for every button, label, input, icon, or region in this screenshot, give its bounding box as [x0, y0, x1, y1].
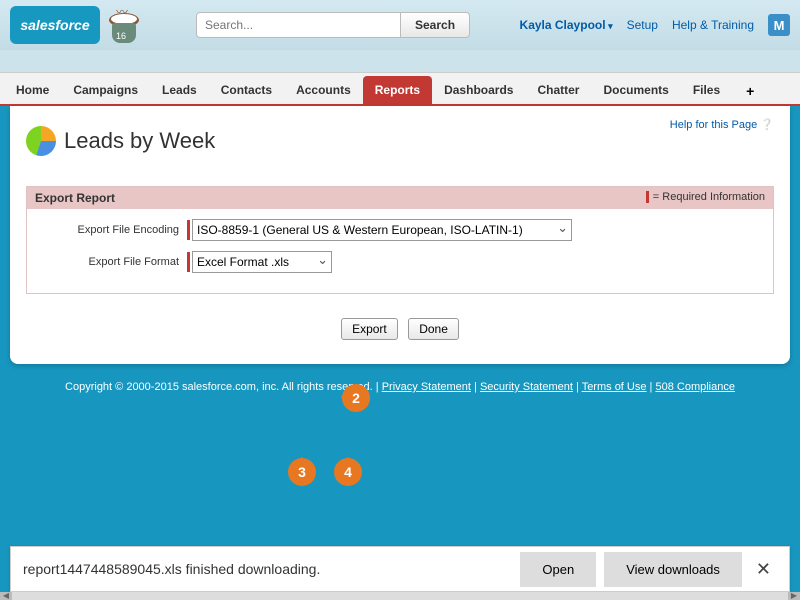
done-button[interactable]: Done — [408, 318, 459, 340]
tab-contacts[interactable]: Contacts — [209, 76, 284, 104]
user-links: Kayla Claypool Setup Help & Training M — [520, 14, 790, 36]
scroll-right-icon[interactable]: ▶ — [788, 592, 800, 600]
callout-3: 3 — [288, 458, 316, 486]
required-indicator — [187, 220, 190, 240]
format-row: Export File Format Excel Format .xls — [37, 251, 763, 273]
required-indicator — [187, 252, 190, 272]
salesforce-logo[interactable]: salesforce — [10, 6, 100, 44]
panel-header: Export Report = Required Information — [27, 187, 773, 209]
tab-accounts[interactable]: Accounts — [284, 76, 363, 104]
panel-title: Export Report — [35, 191, 115, 205]
tab-home[interactable]: Home — [4, 76, 61, 104]
mug-badge: 16 — [116, 31, 126, 41]
help-for-page-link[interactable]: Help for this Page — [670, 118, 774, 131]
tab-files[interactable]: Files — [681, 76, 732, 104]
m-button[interactable]: M — [768, 14, 790, 36]
tab-campaigns[interactable]: Campaigns — [61, 76, 150, 104]
close-icon[interactable]: ✕ — [750, 555, 777, 584]
footer: Copyright © 2000-2015 salesforce.com, in… — [0, 378, 800, 398]
setup-link[interactable]: Setup — [627, 18, 658, 32]
search-input[interactable] — [196, 12, 401, 38]
horizontal-scrollbar[interactable]: ◀ ▶ — [0, 592, 800, 600]
format-label: Export File Format — [37, 256, 187, 268]
tab-add[interactable]: + — [738, 78, 762, 104]
user-menu[interactable]: Kayla Claypool — [520, 18, 613, 32]
callout-4: 4 — [334, 458, 362, 486]
page-title: Leads by Week — [64, 128, 215, 154]
content-panel: Help for this Page Leads by Week Export … — [10, 106, 790, 364]
search-button[interactable]: Search — [401, 12, 470, 38]
compliance-link[interactable]: 508 Compliance — [655, 381, 735, 393]
tab-reports[interactable]: Reports — [363, 76, 432, 104]
coffee-mug-icon: 〰 16 — [106, 5, 146, 45]
search-form: Search — [196, 12, 470, 38]
tab-documents[interactable]: Documents — [591, 76, 680, 104]
privacy-link[interactable]: Privacy Statement — [382, 381, 471, 393]
copyright: Copyright © 2000-2015 salesforce.com, in… — [65, 381, 373, 393]
help-training-link[interactable]: Help & Training — [672, 18, 754, 32]
open-download-button[interactable]: Open — [520, 552, 596, 587]
tab-leads[interactable]: Leads — [150, 76, 209, 104]
export-panel: Export Report = Required Information Exp… — [26, 186, 774, 294]
tab-dashboards[interactable]: Dashboards — [432, 76, 525, 104]
encoding-row: Export File Encoding ISO-8859-1 (General… — [37, 219, 763, 241]
download-bar: report1447448589045.xls finished downloa… — [10, 546, 790, 592]
terms-link[interactable]: Terms of Use — [582, 381, 647, 393]
header-spacer — [0, 50, 800, 72]
report-icon — [26, 126, 56, 156]
scroll-left-icon[interactable]: ◀ — [0, 592, 12, 600]
top-bar: salesforce 〰 16 Search Kayla Claypool Se… — [0, 0, 800, 50]
required-legend: = Required Information — [646, 191, 765, 205]
export-button[interactable]: Export — [341, 318, 398, 340]
encoding-select[interactable]: ISO-8859-1 (General US & Western Europea… — [192, 219, 572, 241]
callout-2: 2 — [342, 384, 370, 412]
download-message: report1447448589045.xls finished downloa… — [23, 561, 320, 577]
panel-body: Export File Encoding ISO-8859-1 (General… — [27, 209, 773, 293]
page-title-row: Leads by Week — [26, 126, 774, 156]
view-downloads-button[interactable]: View downloads — [604, 552, 742, 587]
format-select[interactable]: Excel Format .xls — [192, 251, 332, 273]
security-link[interactable]: Security Statement — [480, 381, 573, 393]
tab-chatter[interactable]: Chatter — [525, 76, 591, 104]
tab-bar: Home Campaigns Leads Contacts Accounts R… — [0, 72, 800, 106]
encoding-label: Export File Encoding — [37, 224, 187, 236]
button-row: Export Done — [26, 318, 774, 340]
